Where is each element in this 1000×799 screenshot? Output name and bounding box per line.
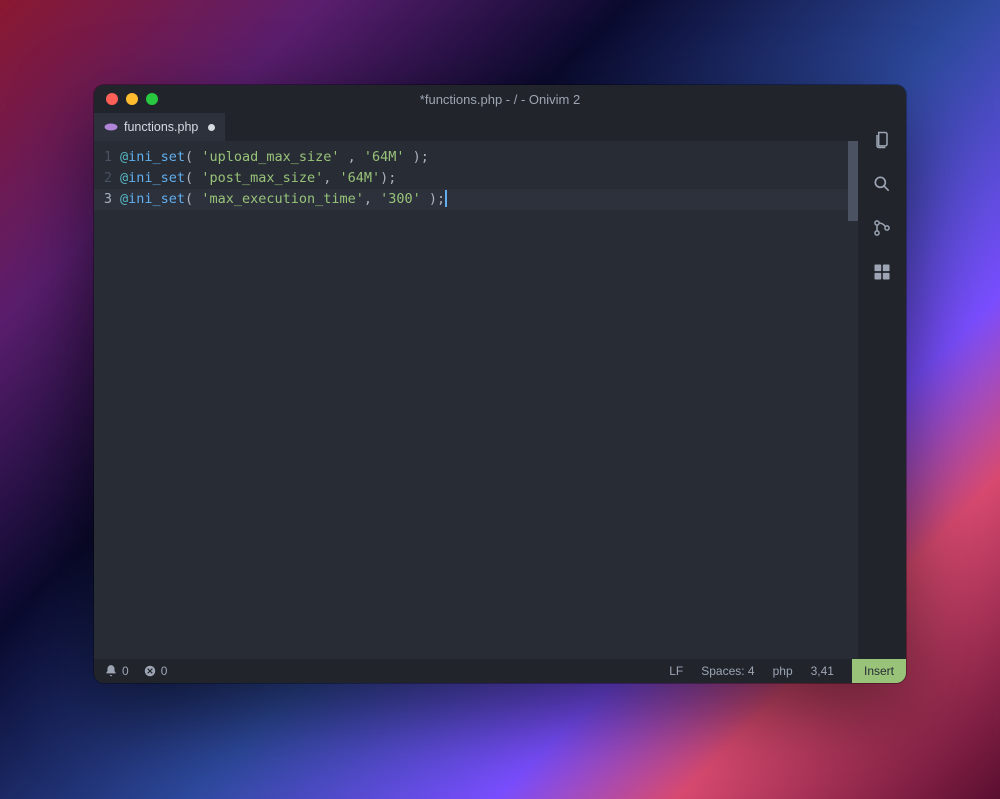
eol-indicator[interactable]: LF bbox=[669, 664, 683, 678]
modified-indicator-icon bbox=[208, 124, 215, 131]
text-cursor bbox=[445, 190, 447, 207]
error-icon bbox=[143, 664, 157, 678]
maximize-window-button[interactable] bbox=[146, 93, 158, 105]
language-indicator[interactable]: php bbox=[773, 664, 793, 678]
line-number: 3 bbox=[94, 189, 120, 210]
code-line[interactable]: 2 @ini_set( 'post_max_size', '64M'); bbox=[94, 168, 858, 189]
bell-icon bbox=[104, 664, 118, 678]
statusbar: 0 0 LF Spaces: 4 php 3,41 Insert bbox=[94, 659, 906, 683]
minimize-window-button[interactable] bbox=[126, 93, 138, 105]
indent-indicator[interactable]: Spaces: 4 bbox=[701, 664, 754, 678]
problems-button[interactable]: 0 bbox=[143, 664, 168, 678]
code-editor[interactable]: 1 @ini_set( 'upload_max_size' , '64M' );… bbox=[94, 141, 858, 659]
line-number: 1 bbox=[94, 147, 120, 168]
tabbar[interactable]: functions.php bbox=[94, 113, 858, 141]
statusbar-left: 0 0 bbox=[94, 664, 167, 678]
line-number: 2 bbox=[94, 168, 120, 189]
activity-bar bbox=[858, 113, 906, 659]
code-line-current[interactable]: 3 @ini_set( 'max_execution_time', '300' … bbox=[94, 189, 858, 210]
window-title: *functions.php - / - Onivim 2 bbox=[94, 92, 906, 107]
editor-window: *functions.php - / - Onivim 2 functions.… bbox=[94, 85, 906, 683]
statusbar-right: LF Spaces: 4 php 3,41 Insert bbox=[669, 659, 906, 683]
extensions-icon[interactable] bbox=[871, 261, 893, 283]
code-line[interactable]: 1 @ini_set( 'upload_max_size' , '64M' ); bbox=[94, 147, 858, 168]
traffic-lights bbox=[106, 93, 158, 105]
error-count: 0 bbox=[161, 664, 168, 678]
php-file-icon bbox=[104, 120, 118, 134]
body-area: functions.php 1 @ini_set( 'upload_max_si… bbox=[94, 113, 906, 659]
tab-label: functions.php bbox=[124, 120, 198, 134]
notification-count: 0 bbox=[122, 664, 129, 678]
editor-column: functions.php 1 @ini_set( 'upload_max_si… bbox=[94, 113, 858, 659]
cursor-position[interactable]: 3,41 bbox=[811, 664, 834, 678]
search-icon[interactable] bbox=[871, 173, 893, 195]
close-window-button[interactable] bbox=[106, 93, 118, 105]
source-control-icon[interactable] bbox=[871, 217, 893, 239]
editor-wrap: 1 @ini_set( 'upload_max_size' , '64M' );… bbox=[94, 141, 858, 659]
scrollbar-thumb[interactable] bbox=[848, 141, 858, 221]
mode-indicator[interactable]: Insert bbox=[852, 659, 906, 683]
files-icon[interactable] bbox=[871, 129, 893, 151]
notifications-button[interactable]: 0 bbox=[104, 664, 129, 678]
tab-functions-php[interactable]: functions.php bbox=[94, 113, 225, 141]
titlebar[interactable]: *functions.php - / - Onivim 2 bbox=[94, 85, 906, 113]
